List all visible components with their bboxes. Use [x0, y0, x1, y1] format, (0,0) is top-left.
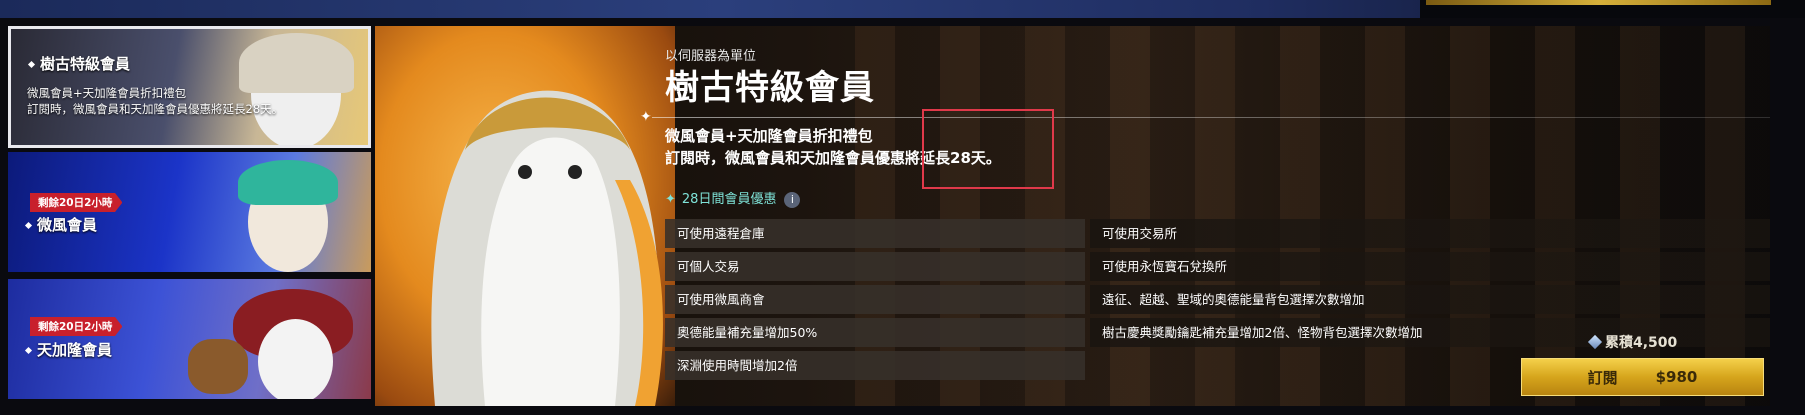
page-title: 樹古特級會員: [665, 68, 875, 108]
subscribe-button[interactable]: 訂閱 $980: [1521, 358, 1764, 396]
benefit-item: 奧德能量補充量增加50%: [665, 318, 1085, 347]
antler-shape: [188, 339, 248, 394]
benefit-item: 可使用微風商會: [665, 285, 1085, 314]
card-title: 樹古特級會員: [40, 55, 131, 73]
card-desc-line2: 訂閱時，微風會員和天加隆會員優惠將延長28天。: [27, 102, 284, 116]
benefit-item: 可個人交易: [665, 252, 1085, 281]
card-title: 天加隆會員: [37, 341, 113, 359]
description-line1: 微風會員+天加隆會員折扣禮包: [665, 127, 873, 145]
remaining-time-badge: 剩餘20日2小時: [30, 317, 123, 336]
benefit-header-label: 28日間會員優惠: [681, 192, 777, 207]
card-title: 微風會員: [37, 216, 98, 234]
title-divider: [652, 117, 1770, 118]
benefit-header: ✦ 28日間會員優惠 i: [665, 188, 801, 208]
cat-illustration: [258, 319, 333, 399]
card-desc-line1: 微風會員+天加隆會員折扣禮包: [27, 86, 187, 100]
bullet-icon: [24, 346, 33, 355]
hat-shape: [238, 160, 338, 205]
membership-card-premium[interactable]: 樹古特級會員 微風會員+天加隆會員折扣禮包 訂閱時，微風會員和天加隆會員優惠將延…: [8, 26, 371, 148]
info-icon[interactable]: i: [784, 192, 801, 208]
points-display: 累積4,500: [1587, 332, 1678, 352]
top-right-bar: [1420, 0, 1805, 18]
membership-card-tiangalong[interactable]: 剩餘20日2小時 天加隆會員: [8, 279, 371, 399]
benefit-item: 遠征、超越、聖域的奧德能量背包選擇次數增加: [1090, 285, 1770, 314]
gem-icon: [1587, 334, 1603, 350]
membership-card-breeze[interactable]: 剩餘20日2小時 微風會員: [8, 152, 371, 272]
benefit-item: 可使用永恆寶石兌換所: [1090, 252, 1770, 281]
bullet-icon: [24, 221, 33, 230]
detail-panel: [375, 26, 1770, 406]
benefit-item: 深淵使用時間增加2倍: [665, 351, 1085, 380]
points-value: 累積4,500: [1605, 335, 1678, 351]
price-label: $980: [1655, 368, 1698, 386]
remaining-time-badge: 剩餘20日2小時: [30, 193, 123, 212]
benefit-item: 可使用交易所: [1090, 219, 1770, 248]
bullet-icon: [27, 60, 36, 69]
top-banner-strip: [0, 0, 1805, 18]
subscribe-label: 訂閱: [1587, 368, 1618, 387]
cat-hero-illustration: [431, 90, 663, 406]
hood-shape: [239, 33, 354, 93]
highlight-box: [922, 109, 1054, 189]
benefit-item: 可使用遠程倉庫: [665, 219, 1085, 248]
sparkle-icon: ✦: [665, 192, 676, 207]
